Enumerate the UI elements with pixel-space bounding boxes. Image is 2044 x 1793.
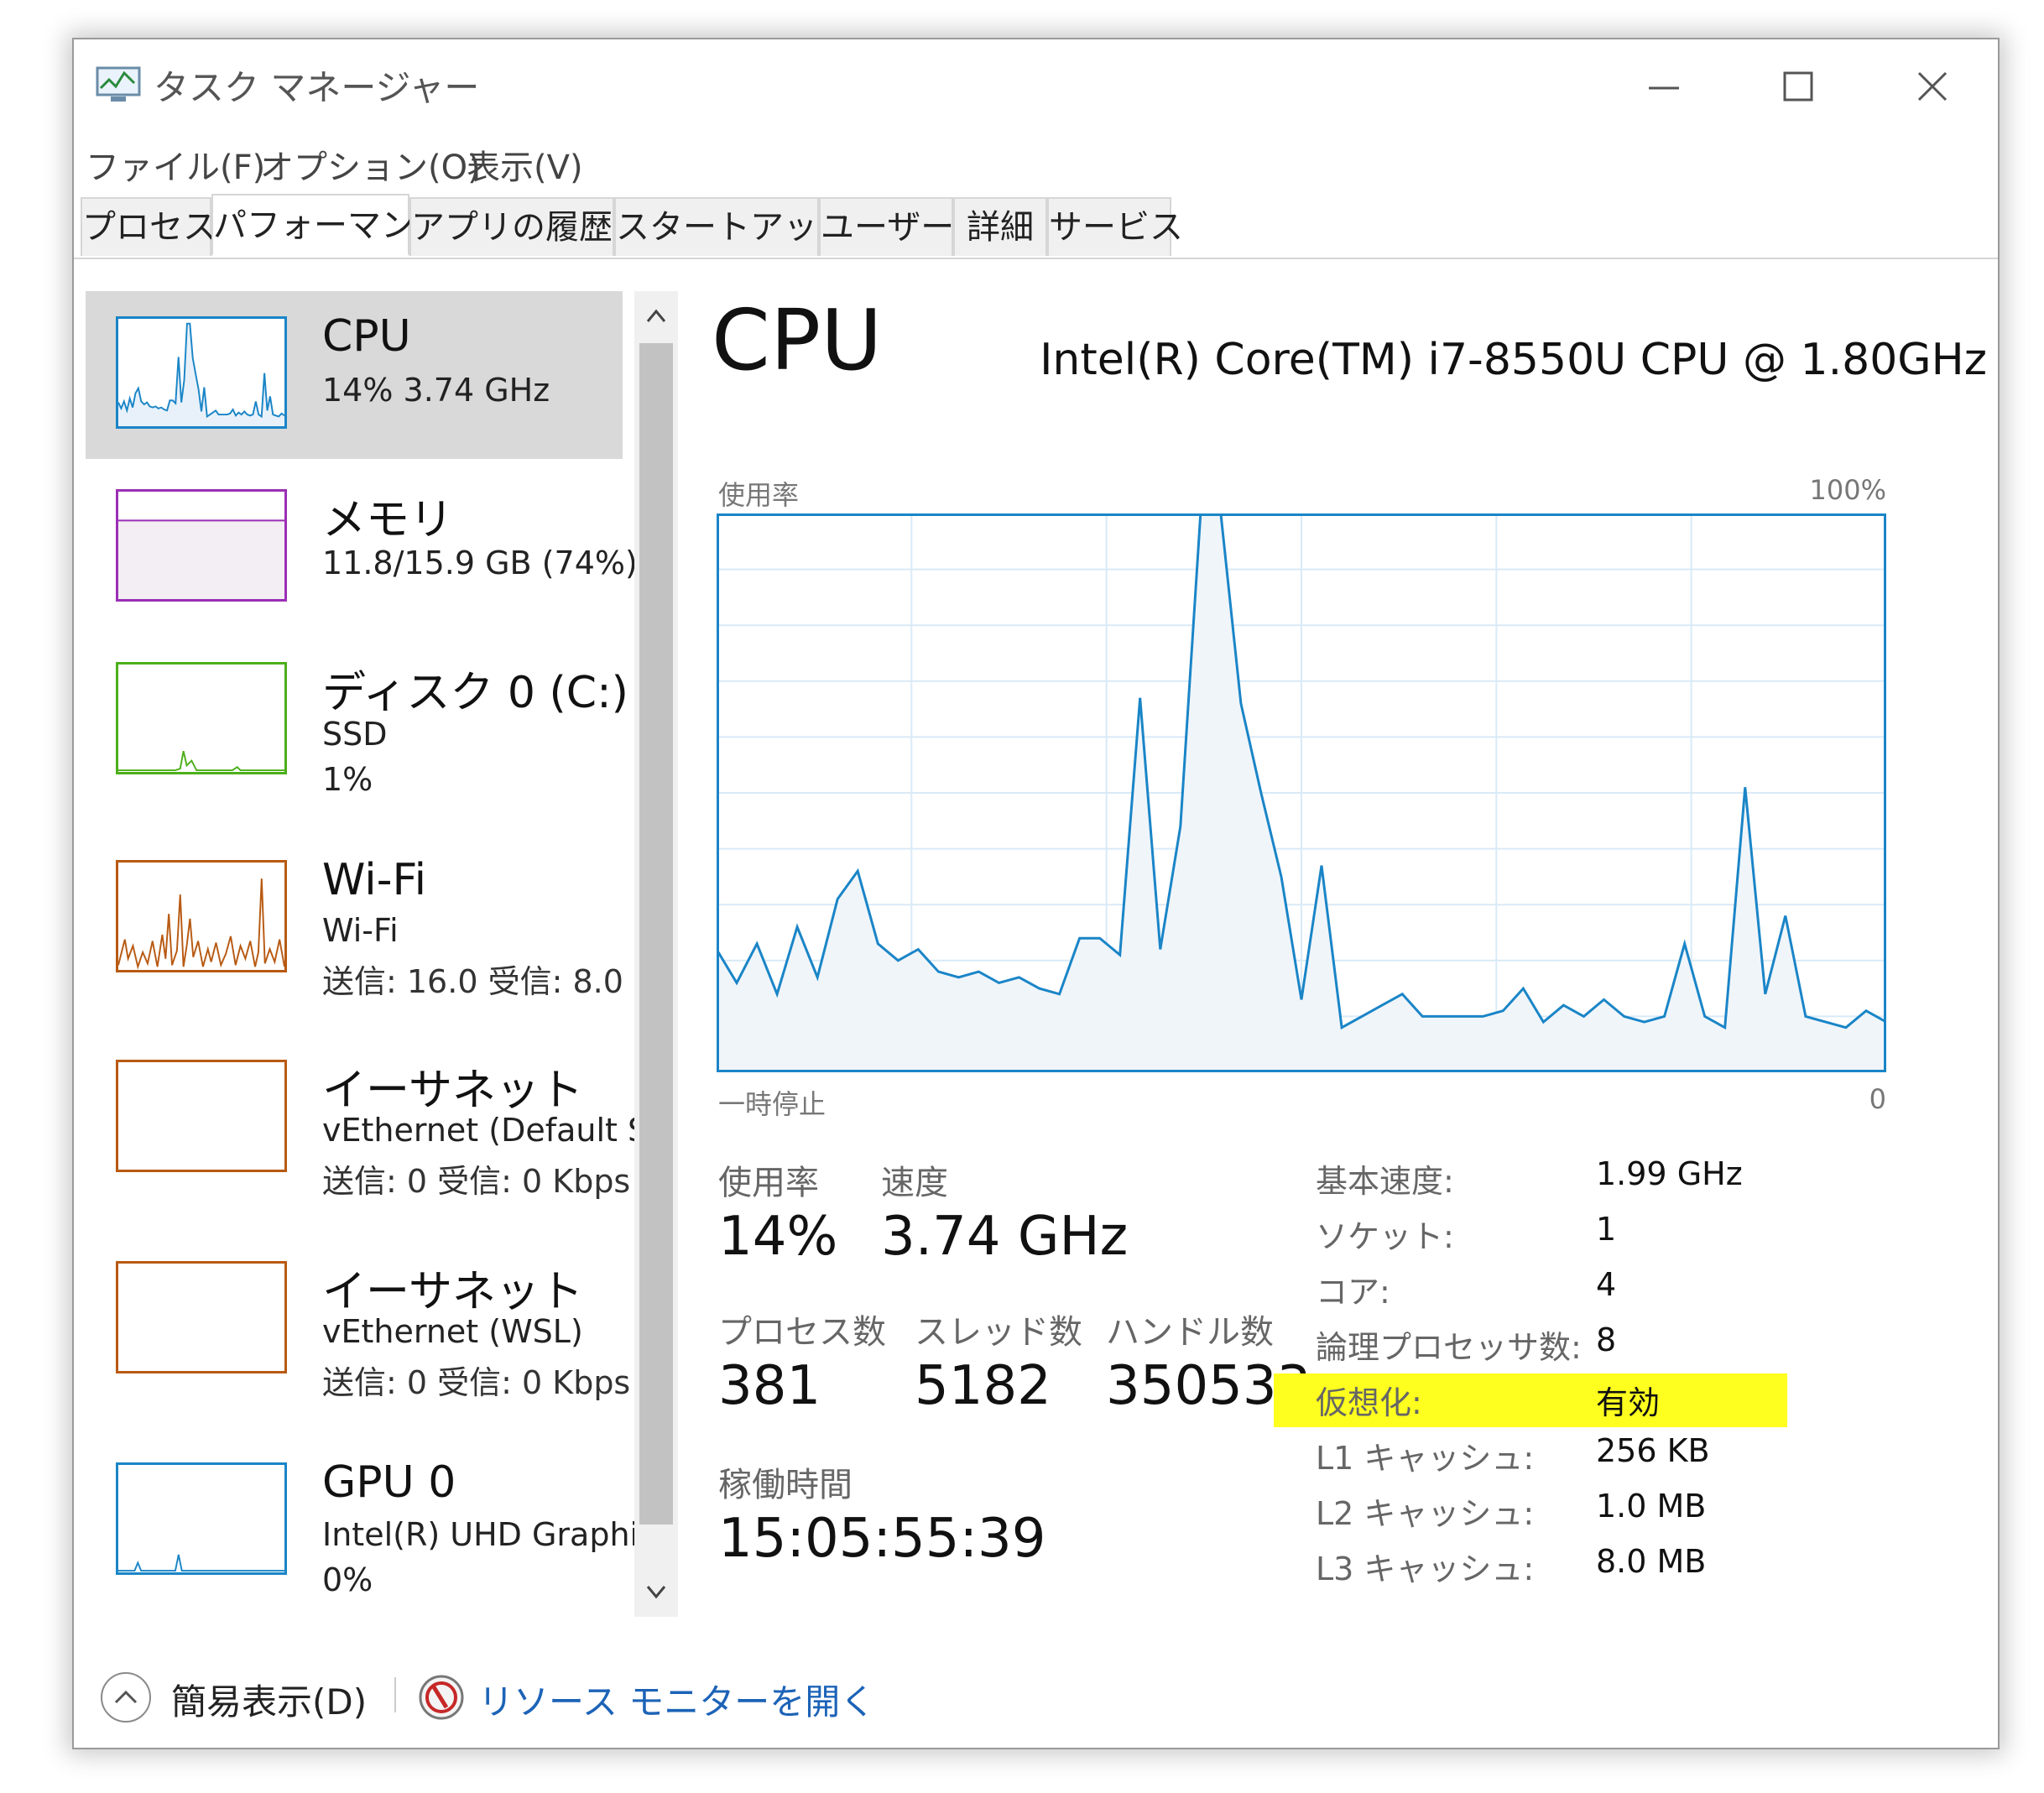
- tab-startup[interactable]: スタートアップ: [614, 197, 851, 256]
- tab-users[interactable]: ユーザー: [819, 197, 954, 256]
- memory-thumbnail-graph: [116, 489, 287, 602]
- sidebar-item-detail: 11.8/15.9 GB (74%): [322, 545, 638, 581]
- uptime-label: 稼働時間: [718, 1466, 853, 1504]
- title-bar[interactable]: タスク マネージャー: [74, 39, 1998, 132]
- fewer-details-chevron-icon[interactable]: [99, 1671, 153, 1724]
- footer-separator: [394, 1677, 396, 1712]
- sidebar-item-gpu[interactable]: GPU 0 Intel(R) UHD Graphics 0%: [86, 1437, 673, 1605]
- menu-view[interactable]: 表示(V): [467, 140, 583, 189]
- base-speed-value: 1.99 GHz: [1596, 1155, 1743, 1192]
- disk-thumbnail-graph: [116, 662, 287, 774]
- footer-bar: 簡易表示(D) リソース モニターを開く: [74, 1647, 1998, 1748]
- sidebar-item-name: イーサネット: [322, 1267, 583, 1317]
- maximize-icon[interactable]: [1773, 61, 1823, 112]
- graph-label-min: 0: [1869, 1083, 1886, 1115]
- cpu-model-name: Intel(R) Core(TM) i7-8550U CPU @ 1.80GHz: [1040, 335, 1987, 385]
- tab-app-history[interactable]: アプリの履歴: [409, 197, 614, 256]
- close-icon[interactable]: [1907, 61, 1958, 112]
- fewer-details-button[interactable]: 簡易表示(D): [171, 1674, 367, 1725]
- l1-cache-label: L1 キャッシュ:: [1316, 1440, 1535, 1477]
- sidebar-item-detail: Intel(R) UHD Graphics: [322, 1516, 673, 1553]
- tab-processes[interactable]: プロセス: [81, 197, 216, 256]
- sidebar-item-detail: vEthernet (Default S...: [322, 1112, 679, 1149]
- menu-file[interactable]: ファイル(F): [86, 140, 265, 189]
- scroll-thumb[interactable]: [639, 343, 673, 1525]
- cpu-detail-pane: CPU Intel(R) Core(TM) i7-8550U CPU @ 1.8…: [712, 291, 1987, 1634]
- sidebar-item-disk[interactable]: ディスク 0 (C:) SSD 1%: [86, 637, 628, 805]
- l2-cache-label: L2 キャッシュ:: [1316, 1495, 1535, 1532]
- resource-monitor-icon[interactable]: [418, 1674, 465, 1721]
- tab-services[interactable]: サービス: [1047, 197, 1183, 256]
- tab-details[interactable]: 詳細: [953, 197, 1047, 256]
- scroll-up-icon[interactable]: [634, 291, 678, 341]
- graph-label-usage: 使用率: [718, 479, 800, 511]
- sidebar-item-name: ディスク 0 (C:): [322, 668, 628, 718]
- tab-bar: プロセス パフォーマンス アプリの履歴 スタートアップ ユーザー 詳細 サービス: [74, 194, 1998, 259]
- sidebar-item-name: イーサネット: [322, 1066, 583, 1116]
- sidebar-item-ethernet-wsl[interactable]: イーサネット vEthernet (WSL) 送信: 0 受信: 0 Kbps: [86, 1236, 630, 1404]
- sockets-label: ソケット:: [1316, 1218, 1454, 1255]
- menu-options[interactable]: オプション(O): [260, 140, 481, 189]
- processes-value: 381: [718, 1355, 821, 1417]
- sidebar-item-detail: 送信: 16.0 受信: 8.0 K: [322, 963, 654, 1000]
- usage-label: 使用率: [718, 1164, 819, 1202]
- sidebar-item-detail: vEthernet (WSL): [322, 1313, 583, 1350]
- threads-value: 5182: [915, 1355, 1051, 1417]
- resource-list: CPU 14% 3.74 GHz メモリ 11.8/15.9 GB (74%) …: [86, 291, 686, 1617]
- sidebar-item-wifi[interactable]: Wi-Fi Wi-Fi 送信: 16.0 受信: 8.0 K: [86, 835, 654, 1003]
- graph-label-paused: 一時停止: [718, 1088, 826, 1120]
- ethernet-thumbnail-graph: [116, 1060, 287, 1172]
- sidebar-item-detail: 1%: [322, 761, 373, 798]
- sidebar-item-detail: SSD: [322, 716, 388, 753]
- processes-label: プロセス数: [718, 1313, 886, 1352]
- l3-cache-label: L3 キャッシュ:: [1316, 1551, 1535, 1587]
- sidebar-item-name: Wi-Fi: [322, 855, 427, 905]
- tab-performance[interactable]: パフォーマンス: [211, 194, 447, 256]
- speed-value: 3.74 GHz: [881, 1206, 1129, 1268]
- sidebar-item-detail: 送信: 0 受信: 0 Kbps: [322, 1364, 631, 1401]
- ethernet-thumbnail-graph: [116, 1261, 287, 1373]
- window-title: タスク マネージャー: [154, 67, 480, 108]
- wifi-thumbnail-graph: [116, 860, 287, 972]
- logical-processors-value: 8: [1596, 1321, 1617, 1358]
- task-manager-window: タスク マネージャー ファイル(F) オプション(O) 表示(V) プロセス パ…: [72, 38, 2000, 1749]
- base-speed-label: 基本速度:: [1316, 1163, 1454, 1200]
- graph-label-max: 100%: [1809, 474, 1886, 506]
- minimize-icon[interactable]: [1639, 61, 1689, 112]
- sidebar-scrollbar[interactable]: [634, 291, 678, 1617]
- sidebar-item-name: CPU: [322, 311, 411, 362]
- gpu-thumbnail-graph: [116, 1462, 287, 1575]
- cores-value: 4: [1596, 1266, 1617, 1303]
- sidebar-item-name: GPU 0: [322, 1457, 456, 1508]
- virtualization-value: 有効: [1596, 1384, 1661, 1421]
- uptime-value: 15:05:55:39: [718, 1508, 1046, 1570]
- sidebar-item-cpu[interactable]: CPU 14% 3.74 GHz: [86, 291, 623, 459]
- virtualization-label: 仮想化:: [1316, 1384, 1422, 1421]
- logical-processors-label: 論理プロセッサ数:: [1316, 1329, 1582, 1366]
- l1-cache-value: 256 KB: [1596, 1432, 1710, 1469]
- sidebar-item-detail: 送信: 0 受信: 0 Kbps: [322, 1163, 631, 1200]
- cores-label: コア:: [1316, 1274, 1390, 1311]
- sidebar-item-detail: 14% 3.74 GHz: [322, 372, 550, 409]
- sidebar-item-memory[interactable]: メモリ 11.8/15.9 GB (74%): [86, 464, 638, 632]
- cpu-thumbnail-graph: [116, 316, 287, 429]
- sidebar-item-ethernet-default[interactable]: イーサネット vEthernet (Default S... 送信: 0 受信:…: [86, 1035, 678, 1202]
- usage-value: 14%: [718, 1206, 838, 1268]
- task-manager-icon: [96, 66, 141, 102]
- sockets-value: 1: [1596, 1211, 1617, 1248]
- threads-label: スレッド数: [915, 1313, 1082, 1352]
- speed-label: 速度: [881, 1164, 948, 1202]
- sidebar-item-detail: Wi-Fi: [322, 912, 399, 949]
- l3-cache-value: 8.0 MB: [1596, 1543, 1707, 1580]
- sidebar-item-name: メモリ: [322, 495, 454, 545]
- page-title: CPU: [712, 291, 883, 389]
- open-resource-monitor-link[interactable]: リソース モニターを開く: [478, 1674, 875, 1725]
- scroll-down-icon[interactable]: [634, 1566, 678, 1617]
- handles-label: ハンドル数: [1106, 1313, 1274, 1352]
- cpu-usage-graph: [717, 513, 1886, 1072]
- l2-cache-value: 1.0 MB: [1596, 1488, 1707, 1525]
- sidebar-item-detail: 0%: [322, 1561, 373, 1598]
